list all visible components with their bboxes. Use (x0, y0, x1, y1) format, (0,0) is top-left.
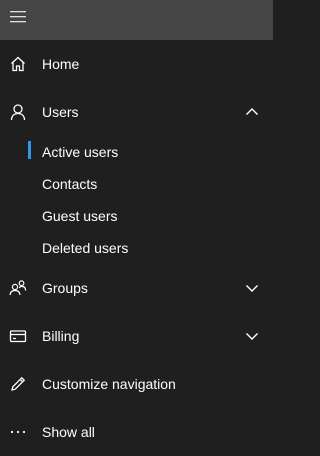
ellipsis-icon (8, 422, 28, 442)
nav-label-show-all: Show all (42, 424, 95, 440)
person-icon (8, 102, 28, 122)
nav-label-customize-navigation: Customize navigation (42, 376, 176, 392)
nav-label-groups: Groups (42, 280, 88, 296)
chevron-up-icon[interactable] (245, 105, 259, 119)
nav-label-home: Home (42, 56, 80, 72)
nav-item-groups[interactable]: Groups (0, 264, 273, 312)
nav-item-home[interactable]: Home (0, 40, 273, 88)
nav-label-billing: Billing (42, 328, 80, 344)
nav-label-users: Users (42, 104, 79, 120)
top-bar (0, 0, 273, 40)
nav-subitem-contacts[interactable]: Contacts (0, 168, 273, 200)
nav-item-show-all[interactable]: Show all (0, 408, 273, 456)
hamburger-menu-icon[interactable] (10, 10, 26, 24)
nav-sublabel-contacts: Contacts (42, 176, 98, 192)
home-icon (8, 54, 28, 74)
nav-subitem-deleted-users[interactable]: Deleted users (0, 232, 273, 264)
nav-sublabel-active-users: Active users (42, 144, 119, 160)
nav-item-billing[interactable]: Billing (0, 312, 273, 360)
chevron-down-icon[interactable] (245, 281, 259, 295)
nav-subitem-guest-users[interactable]: Guest users (0, 200, 273, 232)
active-indicator (28, 141, 31, 159)
chevron-down-icon[interactable] (245, 329, 259, 343)
nav-subitem-active-users[interactable]: Active users (0, 136, 273, 168)
pencil-icon (8, 374, 28, 394)
people-icon (8, 278, 28, 298)
nav-sublabel-guest-users: Guest users (42, 208, 118, 224)
nav-item-users[interactable]: Users (0, 88, 273, 136)
navigation-pane: Home Users Active users Contacts Guest u… (0, 40, 273, 456)
nav-item-customize-navigation[interactable]: Customize navigation (0, 360, 273, 408)
nav-sublabel-deleted-users: Deleted users (42, 240, 129, 256)
credit-card-icon (8, 326, 28, 346)
